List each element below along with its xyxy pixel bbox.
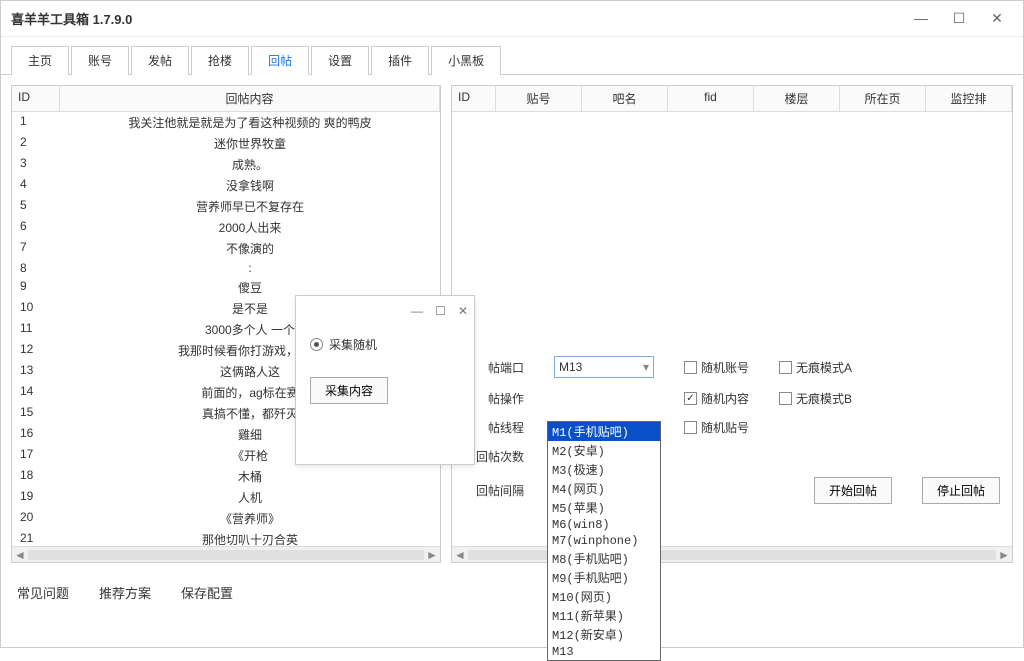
- tab-3[interactable]: 抢楼: [191, 46, 249, 75]
- right-table-header: ID贴号吧名fid楼层所在页监控排: [452, 86, 1012, 112]
- chk-traceless-a[interactable]: 无痕模式A: [779, 359, 852, 376]
- dropdown-option[interactable]: M2(安卓): [548, 441, 660, 460]
- col-header[interactable]: 贴号: [496, 86, 582, 111]
- scroll-right-icon[interactable]: ►: [996, 548, 1012, 562]
- tab-6[interactable]: 插件: [371, 46, 429, 75]
- table-row[interactable]: 19人机: [12, 487, 440, 508]
- maximize-icon[interactable]: ☐: [949, 10, 969, 27]
- popup-minimize-icon[interactable]: —: [411, 304, 423, 318]
- table-row[interactable]: 20《营养师》: [12, 508, 440, 529]
- tab-1[interactable]: 账号: [71, 46, 129, 75]
- dropdown-option[interactable]: M6(win8): [548, 517, 660, 533]
- dropdown-option[interactable]: M5(苹果): [548, 498, 660, 517]
- tab-4[interactable]: 回帖: [251, 46, 309, 75]
- window-controls: — ☐ ✕: [911, 10, 1013, 27]
- dropdown-option[interactable]: M3(极速): [548, 460, 660, 479]
- col-header[interactable]: fid: [668, 86, 754, 111]
- dropdown-option[interactable]: M10(网页): [548, 587, 660, 606]
- checkbox-icon: ✓: [684, 392, 697, 405]
- chk-traceless-b[interactable]: 无痕模式B: [779, 390, 852, 407]
- port-value: M13: [559, 360, 582, 374]
- col-header[interactable]: 楼层: [754, 86, 840, 111]
- dropdown-option[interactable]: M8(手机贴吧): [548, 549, 660, 568]
- left-h-scrollbar[interactable]: ◄ ►: [12, 546, 440, 562]
- port-select[interactable]: M13 ▾: [554, 356, 654, 378]
- popup-maximize-icon[interactable]: ☐: [435, 304, 446, 318]
- footer-link[interactable]: 保存配置: [181, 583, 233, 602]
- col-header[interactable]: ID: [452, 86, 496, 111]
- scroll-right-icon[interactable]: ►: [424, 548, 440, 562]
- table-row[interactable]: 8:: [12, 259, 440, 277]
- col-content[interactable]: 回帖内容: [60, 86, 440, 111]
- tab-0[interactable]: 主页: [11, 46, 69, 75]
- dropdown-option[interactable]: M4(网页): [548, 479, 660, 498]
- table-row[interactable]: 7不像演的: [12, 238, 440, 259]
- tab-7[interactable]: 小黑板: [431, 46, 501, 75]
- chevron-down-icon: ▾: [643, 360, 649, 374]
- titlebar: 喜羊羊工具箱 1.7.9.0 — ☐ ✕: [1, 1, 1023, 37]
- checkbox-icon: [684, 361, 697, 374]
- interval-label: 回帖间隔: [464, 482, 524, 499]
- table-row[interactable]: 62000人出来: [12, 217, 440, 238]
- table-row[interactable]: 1我关注他就是就是为了看这种视频的 爽的鸭皮: [12, 112, 440, 133]
- footer: 常见问题 推荐方案 保存配置: [1, 573, 1023, 612]
- controls-area: 帖端口 M13 ▾ 随机账号 无痕模式A 帖操作: [452, 346, 1012, 526]
- table-row[interactable]: 3成熟。: [12, 154, 440, 175]
- chk-random-tid[interactable]: 随机贴号: [684, 419, 749, 436]
- left-table-header: ID 回帖内容: [12, 86, 440, 112]
- chk-random-content[interactable]: ✓ 随机内容: [684, 390, 749, 407]
- app-window: 喜羊羊工具箱 1.7.9.0 — ☐ ✕ 主页账号发帖抢楼回帖设置插件小黑板 I…: [0, 0, 1024, 648]
- dropdown-option[interactable]: M9(手机贴吧): [548, 568, 660, 587]
- col-id[interactable]: ID: [12, 86, 60, 111]
- popup-close-icon[interactable]: ✕: [458, 304, 468, 318]
- tab-2[interactable]: 发帖: [131, 46, 189, 75]
- table-row[interactable]: 5营养师早已不复存在: [12, 196, 440, 217]
- dropdown-option[interactable]: M11(新苹果): [548, 606, 660, 625]
- table-row[interactable]: 2迷你世界牧童: [12, 133, 440, 154]
- footer-link[interactable]: 常见问题: [17, 583, 69, 602]
- checkbox-icon: [779, 361, 792, 374]
- minimize-icon[interactable]: —: [911, 10, 931, 27]
- content-area: ID 回帖内容 1我关注他就是就是为了看这种视频的 爽的鸭皮2迷你世界牧童3成熟…: [1, 75, 1023, 573]
- chk-random-account[interactable]: 随机账号: [684, 359, 749, 376]
- footer-link[interactable]: 推荐方案: [99, 583, 151, 602]
- radio-icon: [310, 338, 323, 351]
- popup-titlebar: — ☐ ✕: [296, 296, 474, 326]
- dropdown-option[interactable]: M7(winphone): [548, 533, 660, 549]
- col-header[interactable]: 监控排: [926, 86, 1012, 111]
- scroll-left-icon[interactable]: ◄: [12, 548, 28, 562]
- scroll-left-icon[interactable]: ◄: [452, 548, 468, 562]
- collect-content-button[interactable]: 采集内容: [310, 377, 388, 404]
- start-button[interactable]: 开始回帖: [814, 477, 892, 504]
- col-header[interactable]: 吧名: [582, 86, 668, 111]
- right-h-scrollbar[interactable]: ◄ ►: [452, 546, 1012, 562]
- stop-button[interactable]: 停止回帖: [922, 477, 1000, 504]
- close-icon[interactable]: ✕: [987, 10, 1007, 27]
- dropdown-option[interactable]: M1(手机贴吧): [548, 422, 660, 441]
- tab-5[interactable]: 设置: [311, 46, 369, 75]
- col-header[interactable]: 所在页: [840, 86, 926, 111]
- window-title: 喜羊羊工具箱 1.7.9.0: [11, 9, 911, 28]
- table-row[interactable]: 4没拿钱啊: [12, 175, 440, 196]
- dropdown-option[interactable]: M13: [548, 644, 660, 660]
- right-panel: ID贴号吧名fid楼层所在页监控排 ◄ ► 帖端口 M13 ▾: [451, 85, 1013, 563]
- checkbox-icon: [684, 421, 697, 434]
- scroll-track[interactable]: [28, 550, 424, 560]
- checkbox-icon: [779, 392, 792, 405]
- main-tabs: 主页账号发帖抢楼回帖设置插件小黑板: [1, 37, 1023, 75]
- port-dropdown-list[interactable]: M1(手机贴吧)M2(安卓)M3(极速)M4(网页)M5(苹果)M6(win8)…: [547, 421, 661, 661]
- table-row[interactable]: 18木桶: [12, 466, 440, 487]
- collect-popup: — ☐ ✕ 采集随机 采集内容: [295, 295, 475, 465]
- collect-random-radio[interactable]: 采集随机: [310, 336, 460, 353]
- dropdown-option[interactable]: M12(新安卓): [548, 625, 660, 644]
